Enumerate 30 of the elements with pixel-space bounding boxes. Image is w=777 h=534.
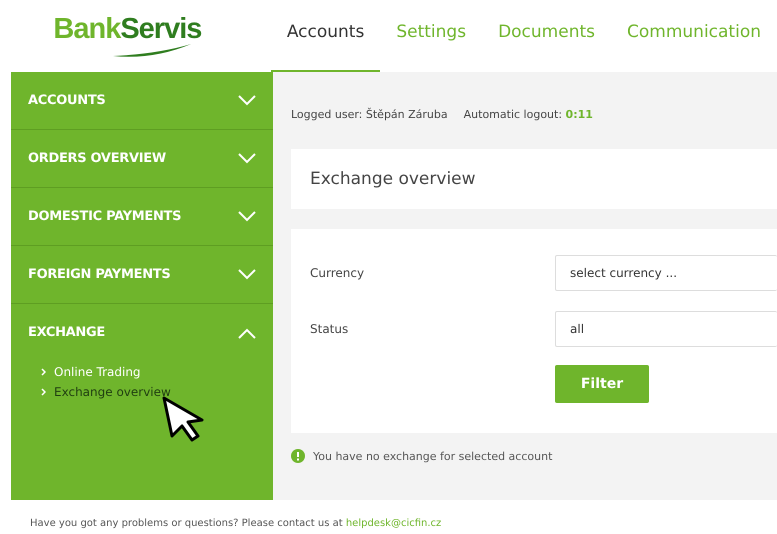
logo[interactable]: BankServis — [53, 12, 202, 58]
page-title: Exchange overview — [310, 169, 476, 189]
chevron-down-icon[interactable] — [237, 210, 257, 222]
submenu-link[interactable]: Online Trading — [41, 365, 141, 379]
nav-tab[interactable]: Settings — [380, 0, 482, 72]
sidebar-item[interactable]: ORDERS OVERVIEW — [28, 151, 166, 166]
chevron-right-icon — [41, 388, 46, 396]
chevron-down-icon[interactable] — [237, 152, 257, 164]
chevron-down-icon[interactable] — [237, 268, 257, 280]
footer-text: Have you got any problems or questions? Please contact us at helpdesk@cicfin.cz — [29, 517, 442, 529]
info-icon — [291, 449, 305, 463]
chevron-right-icon — [41, 368, 46, 376]
sidebar-item[interactable]: DOMESTIC PAYMENTS — [28, 209, 182, 224]
select-field[interactable]: all — [555, 311, 777, 347]
submenu-link[interactable]: Exchange overview — [41, 385, 171, 399]
field-label: Currency — [310, 266, 364, 280]
sidebar-item[interactable]: EXCHANGE — [28, 325, 105, 340]
sidebar-item[interactable]: ACCOUNTS — [28, 93, 106, 108]
chevron-up-icon[interactable] — [237, 326, 257, 338]
chevron-down-icon[interactable] — [237, 94, 257, 106]
nav-tab[interactable]: Documents — [482, 0, 611, 72]
filter-button[interactable]: Filter — [555, 365, 649, 403]
sidebar-item[interactable]: FOREIGN PAYMENTS — [28, 267, 170, 282]
logged-user-text: Logged user: Štěpán Záruba — [291, 108, 448, 121]
nav-tab[interactable]: Communication — [611, 0, 777, 72]
select-field[interactable]: select currency ... — [555, 255, 777, 291]
notice-text: You have no exchange for selected account — [313, 450, 552, 462]
logout-timer-text: Automatic logout: 0:11 — [464, 108, 593, 121]
field-label: Status — [310, 322, 348, 336]
email-link[interactable]: helpdesk@cicfin.cz — [346, 518, 442, 529]
